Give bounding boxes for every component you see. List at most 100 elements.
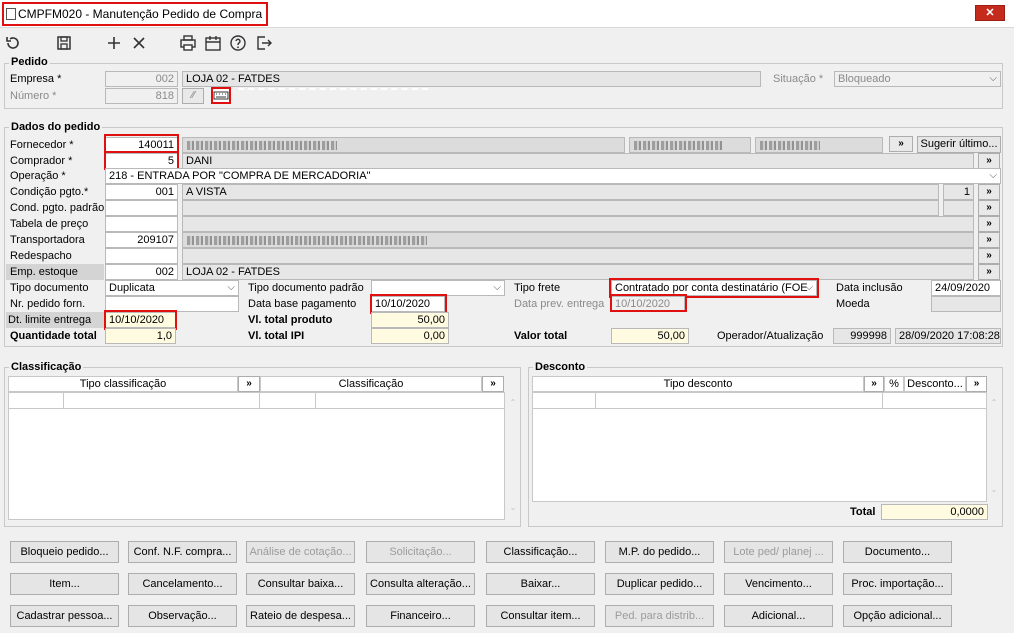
save-icon[interactable]: [54, 33, 74, 53]
operacao-label: Operação *: [10, 170, 66, 182]
desconto-row[interactable]: [532, 392, 987, 409]
lote-ped-planej-button[interactable]: Lote ped/ planej ...: [724, 541, 833, 563]
empresa-code-field[interactable]: 002: [105, 71, 178, 87]
operador-field: 999998: [833, 328, 891, 344]
bloqueio-pedido-button[interactable]: Bloqueio pedido...: [10, 541, 119, 563]
numero-label: Número *: [10, 90, 57, 102]
vl-ipi-field: 0,00: [371, 328, 449, 344]
transportadora-name-field: [182, 232, 974, 248]
keyboard-button[interactable]: [211, 87, 231, 104]
tabela-code-field[interactable]: [105, 216, 178, 232]
desconto-more[interactable]: »: [966, 376, 987, 392]
tipo-doc-label: Tipo documento: [10, 282, 89, 294]
calendar-icon[interactable]: [203, 33, 223, 53]
condicao-more-button[interactable]: »: [978, 184, 1000, 200]
classificacao-grid[interactable]: [8, 392, 505, 520]
cancelamento-button[interactable]: Cancelamento...: [128, 573, 237, 595]
cond-padrao-label: Cond. pgto. padrão: [10, 202, 105, 214]
redespacho-more-button[interactable]: »: [978, 248, 1000, 264]
consultar-item-button[interactable]: Consultar item...: [486, 605, 595, 627]
desconto-col-divider: [595, 392, 596, 409]
cond-padrao-more-button[interactable]: »: [978, 200, 1000, 216]
comprador-name-field: DANI: [182, 153, 974, 169]
operador-label: Operador/Atualização: [717, 330, 824, 342]
redespacho-label: Redespacho: [10, 250, 72, 262]
undo-icon[interactable]: [3, 33, 23, 53]
tipo-doc-select[interactable]: Duplicata ⌵: [105, 280, 239, 296]
rateio-de-despesa-button[interactable]: Rateio de despesa...: [246, 605, 355, 627]
consulta-altera-o-button[interactable]: Consulta alteração...: [366, 573, 475, 595]
dt-limite-highlight: [104, 310, 177, 330]
wand-button[interactable]: ⁄⁄: [182, 88, 204, 104]
documento-button[interactable]: Documento...: [843, 541, 952, 563]
fornecedor-city-field: [755, 137, 883, 153]
print-icon[interactable]: [178, 33, 198, 53]
transportadora-code-field[interactable]: 209107: [105, 232, 178, 248]
delete-icon[interactable]: [129, 33, 149, 53]
transportadora-more-button[interactable]: »: [978, 232, 1000, 248]
condicao-code-field[interactable]: 001: [105, 184, 178, 200]
adicional-button[interactable]: Adicional...: [724, 605, 833, 627]
data-inclusao-label: Data inclusão: [836, 282, 903, 294]
add-icon[interactable]: [104, 33, 124, 53]
desconto-col-divider: [882, 392, 883, 409]
data-inclusao-field: 24/09/2020: [931, 280, 1001, 296]
classificacao-header[interactable]: Classificação: [260, 376, 482, 392]
fornecedor-more-button[interactable]: »: [889, 136, 913, 152]
sugerir-ultimo-button[interactable]: Sugerir último...: [917, 136, 1001, 153]
cadastrar-pessoa-button[interactable]: Cadastrar pessoa...: [10, 605, 119, 627]
tipo-desconto-more[interactable]: »: [864, 376, 884, 392]
tipo-desconto-header[interactable]: Tipo desconto: [532, 376, 864, 392]
financeiro-button[interactable]: Financeiro...: [366, 605, 475, 627]
op-o-adicional-button[interactable]: Opção adicional...: [843, 605, 952, 627]
tipo-classificacao-header[interactable]: Tipo classificação: [8, 376, 238, 392]
close-button[interactable]: ✕: [975, 5, 1005, 21]
vl-produto-field: 50,00: [371, 312, 449, 328]
tipo-classificacao-more[interactable]: »: [238, 376, 260, 392]
classifica-o-button[interactable]: Classificação...: [486, 541, 595, 563]
tipo-doc-padrao-label: Tipo documento padrão: [248, 282, 364, 294]
solicita-o-button[interactable]: Solicitação...: [366, 541, 475, 563]
duplicar-pedido-button[interactable]: Duplicar pedido...: [605, 573, 714, 595]
nr-pedido-label: Nr. pedido forn.: [10, 298, 86, 310]
emp-estoque-more-button[interactable]: »: [978, 264, 1000, 280]
item-button[interactable]: Item...: [10, 573, 119, 595]
observa-o-button[interactable]: Observação...: [128, 605, 237, 627]
m-p-do-pedido-button[interactable]: M.P. do pedido...: [605, 541, 714, 563]
cond-padrao-code-field[interactable]: [105, 200, 178, 216]
desconto-header[interactable]: Desconto...: [904, 376, 966, 392]
tabela-more-button[interactable]: »: [978, 216, 1000, 232]
help-icon[interactable]: [228, 33, 248, 53]
tipo-frete-label: Tipo frete: [514, 282, 561, 294]
emp-estoque-code-field[interactable]: 002: [105, 264, 178, 280]
classificacao-more[interactable]: »: [482, 376, 504, 392]
classificacao-row[interactable]: [8, 392, 505, 409]
redespacho-code-field[interactable]: [105, 248, 178, 264]
percent-header[interactable]: %: [884, 376, 904, 392]
desconto-scrollbar[interactable]: ⌃ ⌄: [988, 392, 1000, 502]
moeda-label: Moeda: [836, 298, 870, 310]
condicao-qty-field: 1: [943, 184, 974, 200]
valor-total-label: Valor total: [514, 330, 568, 342]
exit-icon[interactable]: [254, 33, 274, 53]
situacao-select[interactable]: Bloqueado ⌵: [834, 71, 1001, 87]
operacao-select[interactable]: 218 - ENTRADA POR "COMPRA DE MERCADORIA"…: [105, 168, 1001, 184]
classificacao-col-divider: [315, 392, 316, 409]
emp-estoque-label: Emp. estoque: [6, 264, 104, 280]
ped-para-distrib-button[interactable]: Ped. para distrib...: [605, 605, 714, 627]
consultar-baixa-button[interactable]: Consultar baixa...: [246, 573, 355, 595]
classificacao-scrollbar[interactable]: ⌃ ⌄: [507, 392, 519, 520]
vencimento-button[interactable]: Vencimento...: [724, 573, 833, 595]
conf-n-f-compra-button[interactable]: Conf. N.F. compra...: [128, 541, 237, 563]
proc-importa-o-button[interactable]: Proc. importação...: [843, 573, 952, 595]
comprador-more-button[interactable]: »: [978, 153, 1000, 169]
condicao-name-field: A VISTA: [182, 184, 939, 200]
an-lise-de-cota-o-button[interactable]: Análise de cotação...: [246, 541, 355, 563]
numero-field[interactable]: 818: [105, 88, 178, 104]
valor-total-field: 50,00: [611, 328, 689, 344]
data-prev-label: Data prev. entrega: [514, 298, 605, 310]
quantidade-label: Quantidade total: [10, 330, 97, 342]
baixar-button[interactable]: Baixar...: [486, 573, 595, 595]
pedido-title: Pedido: [9, 56, 50, 68]
fornecedor-doc-field: [629, 137, 751, 153]
